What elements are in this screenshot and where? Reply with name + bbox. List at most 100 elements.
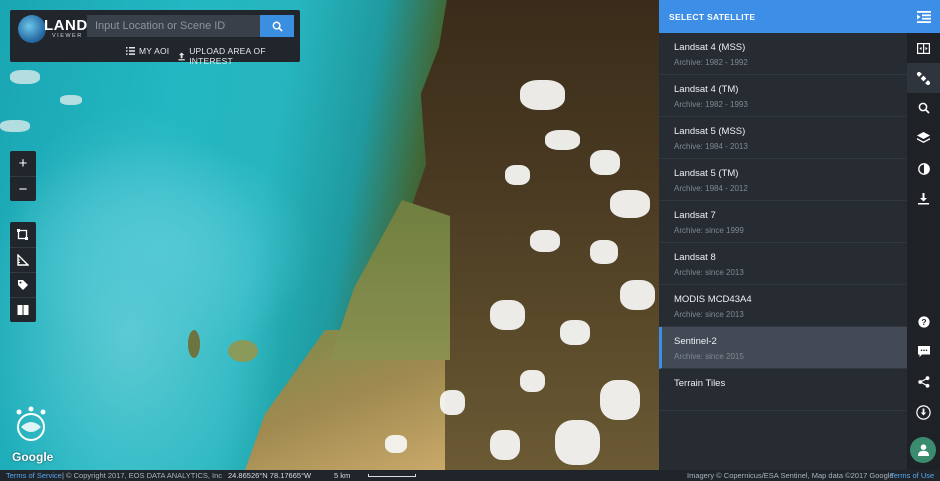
satellite-archive: Archive: since 2015 bbox=[674, 352, 744, 361]
search-tool-button[interactable] bbox=[907, 93, 940, 123]
satellite-name: Landsat 7 bbox=[674, 210, 716, 221]
satellite-archive: Archive: 1984 - 2013 bbox=[674, 142, 748, 151]
satellite-archive: Archive: 1982 - 1992 bbox=[674, 58, 748, 67]
download-circle-icon bbox=[916, 404, 931, 420]
measure-button[interactable] bbox=[10, 247, 36, 272]
share-icon bbox=[917, 376, 929, 388]
cursor-coordinates: 24.86526°N 78.17665°W bbox=[228, 471, 312, 480]
chat-icon bbox=[917, 346, 930, 357]
upload-aoi-link[interactable]: UPLOAD AREA OF INTEREST bbox=[178, 46, 300, 66]
google-logo: Google bbox=[12, 450, 54, 464]
satellite-map[interactable] bbox=[0, 0, 659, 470]
upload-aoi-label: UPLOAD AREA OF INTEREST bbox=[189, 46, 266, 66]
scale-label: 5 km bbox=[334, 471, 351, 480]
cloud bbox=[610, 190, 650, 218]
search-icon bbox=[918, 102, 930, 114]
satellite-item-terrain-tiles[interactable]: Terrain Tiles bbox=[659, 369, 907, 411]
satellite-name: Landsat 8 bbox=[674, 252, 716, 263]
layers-button[interactable] bbox=[907, 123, 940, 153]
satellite-name: Terrain Tiles bbox=[674, 378, 726, 389]
land-viewer-logo[interactable]: LAND VIEWER bbox=[18, 15, 90, 43]
map-tools bbox=[10, 222, 36, 322]
search-button[interactable] bbox=[260, 15, 294, 37]
eos-globe-icon bbox=[16, 406, 46, 441]
terms-of-use-link[interactable]: Terms of Use bbox=[890, 470, 934, 481]
terms-of-service-link[interactable]: Terms of Service bbox=[6, 470, 62, 481]
satellite-name: Landsat 5 (TM) bbox=[674, 168, 739, 179]
contrast-icon bbox=[917, 163, 930, 175]
cloud bbox=[590, 240, 618, 264]
cloud bbox=[490, 300, 525, 330]
satellite-panel: SELECT SATELLITE Landsat 4 (MSS) Archive… bbox=[659, 0, 907, 470]
satellite-archive: Archive: 1984 - 2012 bbox=[674, 184, 748, 193]
book-icon bbox=[17, 305, 29, 315]
layers-icon bbox=[917, 132, 930, 143]
zoom-controls: + − bbox=[10, 151, 36, 201]
user-icon bbox=[917, 444, 929, 456]
eos-logo[interactable] bbox=[11, 405, 51, 445]
satellite-archive: Archive: 1982 - 1993 bbox=[674, 100, 748, 109]
globe-icon bbox=[18, 15, 46, 43]
tags-button[interactable] bbox=[10, 272, 36, 297]
satellite-item-landsat4-mss[interactable]: Landsat 4 (MSS) Archive: 1982 - 1992 bbox=[659, 33, 907, 75]
satellite-item-landsat5-mss[interactable]: Landsat 5 (MSS) Archive: 1984 - 2013 bbox=[659, 117, 907, 159]
compare-slider-button[interactable] bbox=[907, 33, 940, 63]
user-avatar[interactable] bbox=[910, 437, 936, 463]
cloud bbox=[590, 150, 620, 175]
land-coast-mid bbox=[330, 200, 450, 360]
contrast-button[interactable] bbox=[907, 154, 940, 184]
draw-polygon-icon bbox=[17, 228, 28, 240]
zoom-out-button[interactable]: − bbox=[10, 176, 36, 201]
compare-button[interactable] bbox=[10, 297, 36, 322]
draw-area-button[interactable] bbox=[10, 222, 36, 247]
satellite-name: Landsat 4 (MSS) bbox=[674, 42, 746, 53]
satellite-item-landsat4-tm[interactable]: Landsat 4 (TM) Archive: 1982 - 1993 bbox=[659, 75, 907, 117]
plus-icon: + bbox=[18, 155, 28, 172]
split-view-icon bbox=[917, 42, 930, 54]
satellite-item-landsat8[interactable]: Landsat 8 Archive: since 2013 bbox=[659, 243, 907, 285]
minus-icon: − bbox=[18, 180, 28, 198]
satellite-item-sentinel2[interactable]: Sentinel-2 Archive: since 2015 bbox=[659, 327, 907, 369]
logo-title: LAND bbox=[44, 17, 88, 34]
download-button[interactable] bbox=[907, 184, 940, 214]
cloud bbox=[520, 80, 565, 110]
satellite-archive: Archive: since 1999 bbox=[674, 226, 744, 235]
search-panel: LAND VIEWER MY AOI UPLOAD AREA OF INTERE… bbox=[10, 10, 300, 66]
search-input[interactable] bbox=[87, 15, 260, 37]
cloud bbox=[600, 380, 640, 420]
feedback-button[interactable] bbox=[907, 337, 940, 367]
satellite-name: Sentinel-2 bbox=[674, 336, 717, 347]
help-icon: ? bbox=[917, 316, 930, 328]
satellite-item-landsat7[interactable]: Landsat 7 Archive: since 1999 bbox=[659, 201, 907, 243]
satellite-name: Landsat 4 (TM) bbox=[674, 84, 739, 95]
right-toolbar: ? bbox=[907, 0, 940, 470]
cloud bbox=[545, 130, 580, 150]
satellite-archive: Archive: since 2013 bbox=[674, 268, 744, 277]
download-app-button[interactable] bbox=[907, 397, 940, 427]
download-icon bbox=[918, 193, 929, 205]
zoom-in-button[interactable]: + bbox=[10, 151, 36, 176]
search-icon bbox=[272, 21, 283, 32]
satellite-name: Landsat 5 (MSS) bbox=[674, 126, 746, 137]
cloud bbox=[440, 390, 465, 415]
my-aoi-link[interactable]: MY AOI bbox=[126, 46, 169, 56]
my-aoi-label: MY AOI bbox=[139, 46, 170, 56]
satellite-item-landsat5-tm[interactable]: Landsat 5 (TM) Archive: 1984 - 2012 bbox=[659, 159, 907, 201]
collapse-panel-button[interactable] bbox=[907, 0, 940, 33]
cloud bbox=[560, 320, 590, 345]
collapse-icon bbox=[916, 10, 931, 23]
logo-subtitle: VIEWER bbox=[52, 33, 83, 39]
cloud bbox=[385, 435, 407, 453]
island bbox=[228, 340, 258, 362]
satellite-item-modis[interactable]: MODIS MCD43A4 Archive: since 2013 bbox=[659, 285, 907, 327]
share-button[interactable] bbox=[907, 367, 940, 397]
cloud bbox=[490, 430, 520, 460]
help-button[interactable]: ? bbox=[907, 307, 940, 337]
cloud bbox=[530, 230, 560, 252]
cloud bbox=[555, 420, 600, 465]
satellite-button[interactable] bbox=[907, 63, 940, 93]
cloud bbox=[0, 120, 30, 132]
cloud bbox=[10, 70, 40, 84]
satellite-icon bbox=[917, 71, 930, 85]
cloud bbox=[505, 165, 530, 185]
